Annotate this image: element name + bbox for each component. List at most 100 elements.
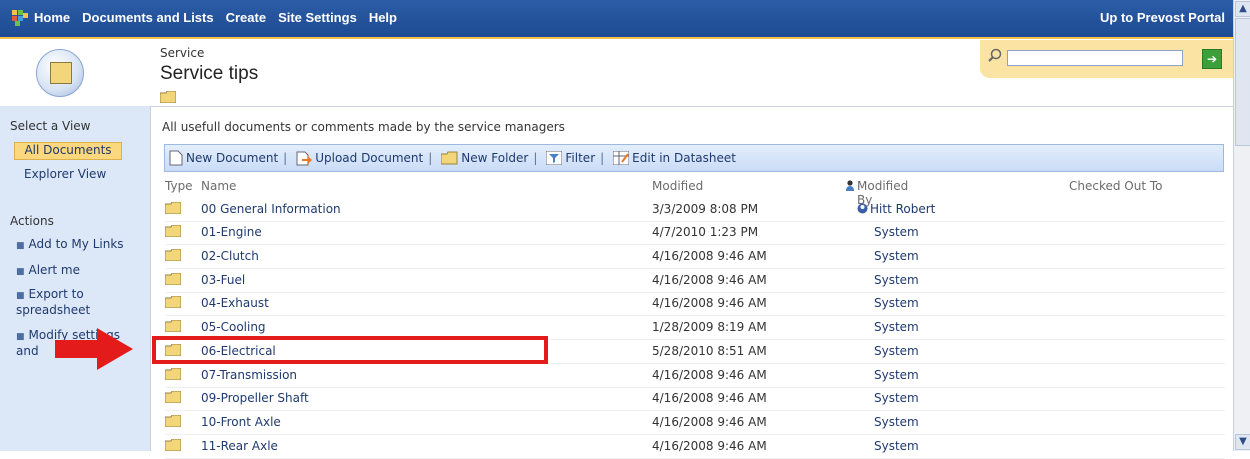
list-row[interactable]: 00 General Information 3/3/2009 8:08 PM …: [165, 198, 1225, 222]
action-label: Add to My Links: [28, 237, 124, 251]
folder-name-link[interactable]: 00 General Information: [201, 202, 341, 216]
nav-help[interactable]: Help: [369, 10, 397, 25]
folder-name-link[interactable]: 07-Transmission: [201, 368, 297, 382]
modified-date: 4/16/2008 9:46 AM: [652, 249, 767, 263]
list-row[interactable]: 10-Front Axle 4/16/2008 9:46 AM System: [165, 411, 1225, 435]
vertical-scrollbar[interactable]: ▲ ▼: [1233, 0, 1250, 451]
list-row[interactable]: 09-Propeller Shaft 4/16/2008 9:46 AM Sys…: [165, 387, 1225, 411]
modified-by-link[interactable]: System: [874, 368, 919, 382]
nav-home[interactable]: Home: [34, 10, 70, 25]
modified-date: 3/3/2009 8:08 PM: [652, 202, 759, 216]
folder-icon: [165, 225, 181, 237]
bullet-icon: ■: [16, 241, 25, 251]
toolbar-label: Filter: [565, 151, 596, 165]
column-type[interactable]: Type: [165, 179, 193, 193]
list-row[interactable]: 07-Transmission 4/16/2008 9:46 AM System: [165, 364, 1225, 388]
library-description: All usefull documents or comments made b…: [162, 120, 565, 134]
action-label: Export to: [28, 287, 84, 301]
action-label: and: [16, 344, 39, 358]
action-label: spreadsheet: [16, 303, 91, 317]
nav-documents-and-lists[interactable]: Documents and Lists: [82, 10, 213, 25]
folder-name-link[interactable]: 01-Engine: [201, 225, 262, 239]
modified-by-link[interactable]: System: [874, 344, 919, 358]
highlight-annotation-box: [152, 336, 548, 364]
action-alert-me[interactable]: ■ Alert me: [16, 263, 80, 279]
modified-date: 5/28/2010 8:51 AM: [652, 344, 767, 358]
modified-by-name: Hitt Robert: [870, 202, 936, 216]
action-add-to-my-links[interactable]: ■ Add to My Links: [16, 237, 124, 253]
edit-in-datasheet-button[interactable]: Edit in Datasheet: [613, 151, 736, 165]
column-checked-out-to[interactable]: Checked Out To: [1069, 179, 1163, 193]
folder-icon: [165, 249, 181, 261]
search-go-button[interactable]: ➔: [1202, 49, 1222, 69]
toolbar-label: New Folder: [461, 151, 529, 165]
breadcrumb[interactable]: Service: [160, 46, 204, 60]
modified-by-link[interactable]: System: [874, 415, 919, 429]
toolbar-label: Upload Document: [315, 151, 424, 165]
upload-document-button[interactable]: Upload Document: [296, 150, 423, 166]
scroll-down-icon[interactable]: ▼: [1235, 434, 1250, 450]
upload-icon: [296, 151, 313, 166]
view-all-documents[interactable]: All Documents: [14, 142, 122, 160]
list-row[interactable]: 04-Exhaust 4/16/2008 9:46 AM System: [165, 292, 1225, 316]
list-row[interactable]: 03-Fuel 4/16/2008 9:46 AM System: [165, 269, 1225, 293]
scroll-up-icon[interactable]: ▲: [1235, 1, 1250, 17]
list-row[interactable]: 02-Clutch 4/16/2008 9:46 AM System: [165, 245, 1225, 269]
modified-by-link[interactable]: System: [874, 320, 919, 334]
folder-name-link[interactable]: 10-Front Axle: [201, 415, 281, 429]
folder-icon: [160, 91, 176, 103]
modified-date: 1/28/2009 8:19 AM: [652, 320, 767, 334]
folder-icon: [165, 368, 181, 380]
column-modified-by[interactable]: Modified By: [845, 179, 908, 207]
select-view-heading: Select a View: [10, 119, 91, 133]
search-input[interactable]: [1007, 50, 1183, 66]
modified-by-link[interactable]: System: [874, 225, 919, 239]
modified-by-link[interactable]: System: [874, 391, 919, 405]
modified-by-link[interactable]: Hitt Robert: [857, 202, 935, 216]
new-folder-icon: [441, 151, 458, 165]
list-row[interactable]: 01-Engine 4/7/2010 1:23 PM System: [165, 221, 1225, 245]
nav-create[interactable]: Create: [226, 10, 266, 25]
modified-by-link[interactable]: System: [874, 296, 919, 310]
folder-icon: [165, 273, 181, 285]
modified-date: 4/16/2008 9:46 AM: [652, 391, 767, 405]
list-toolbar: New Document | Upload Document | New Fol…: [164, 144, 1224, 172]
up-to-portal-link[interactable]: Up to Prevost Portal: [1100, 10, 1225, 25]
folder-name-link[interactable]: 03-Fuel: [201, 273, 245, 287]
folder-name-link[interactable]: 04-Exhaust: [201, 296, 269, 310]
toolbar-separator: |: [428, 151, 433, 165]
presence-icon: [857, 203, 868, 214]
action-label: Alert me: [28, 263, 80, 277]
toolbar-label: Edit in Datasheet: [632, 151, 736, 165]
folder-name-link[interactable]: 02-Clutch: [201, 249, 259, 263]
modified-date: 4/7/2010 1:23 PM: [652, 225, 759, 239]
folder-name-link[interactable]: 09-Propeller Shaft: [201, 391, 309, 405]
top-navigation-bar: Home Documents and Lists Create Site Set…: [0, 0, 1233, 39]
site-logo-icon: [36, 49, 84, 97]
filter-icon: [546, 151, 563, 165]
column-modified[interactable]: Modified: [652, 179, 703, 193]
modified-by-link[interactable]: System: [874, 249, 919, 263]
bullet-icon: ■: [16, 291, 25, 301]
list-row[interactable]: 11-Rear Axle 4/16/2008 9:46 AM System: [165, 435, 1225, 459]
view-explorer-view[interactable]: Explorer View: [24, 167, 106, 181]
nav-site-settings[interactable]: Site Settings: [278, 10, 357, 25]
action-export-to-spreadsheet[interactable]: ■ Export to spreadsheet: [16, 287, 90, 317]
search-panel: [980, 40, 1233, 78]
toolbar-label: New Document: [186, 151, 279, 165]
modified-date: 4/16/2008 9:46 AM: [652, 415, 767, 429]
folder-icon: [165, 320, 181, 332]
filter-button[interactable]: Filter: [546, 151, 595, 165]
toolbar-separator: |: [533, 151, 538, 165]
new-folder-button[interactable]: New Folder: [441, 151, 528, 165]
new-document-button[interactable]: New Document: [169, 150, 278, 166]
sharepoint-logo-icon: [12, 10, 28, 26]
new-document-icon: [169, 150, 183, 166]
bullet-icon: ■: [16, 332, 25, 342]
scroll-thumb[interactable]: [1235, 18, 1250, 146]
modified-by-link[interactable]: System: [874, 273, 919, 287]
toolbar-separator: |: [283, 151, 288, 165]
column-name[interactable]: Name: [201, 179, 236, 193]
toolbar-separator: |: [600, 151, 605, 165]
folder-name-link[interactable]: 05-Cooling: [201, 320, 266, 334]
